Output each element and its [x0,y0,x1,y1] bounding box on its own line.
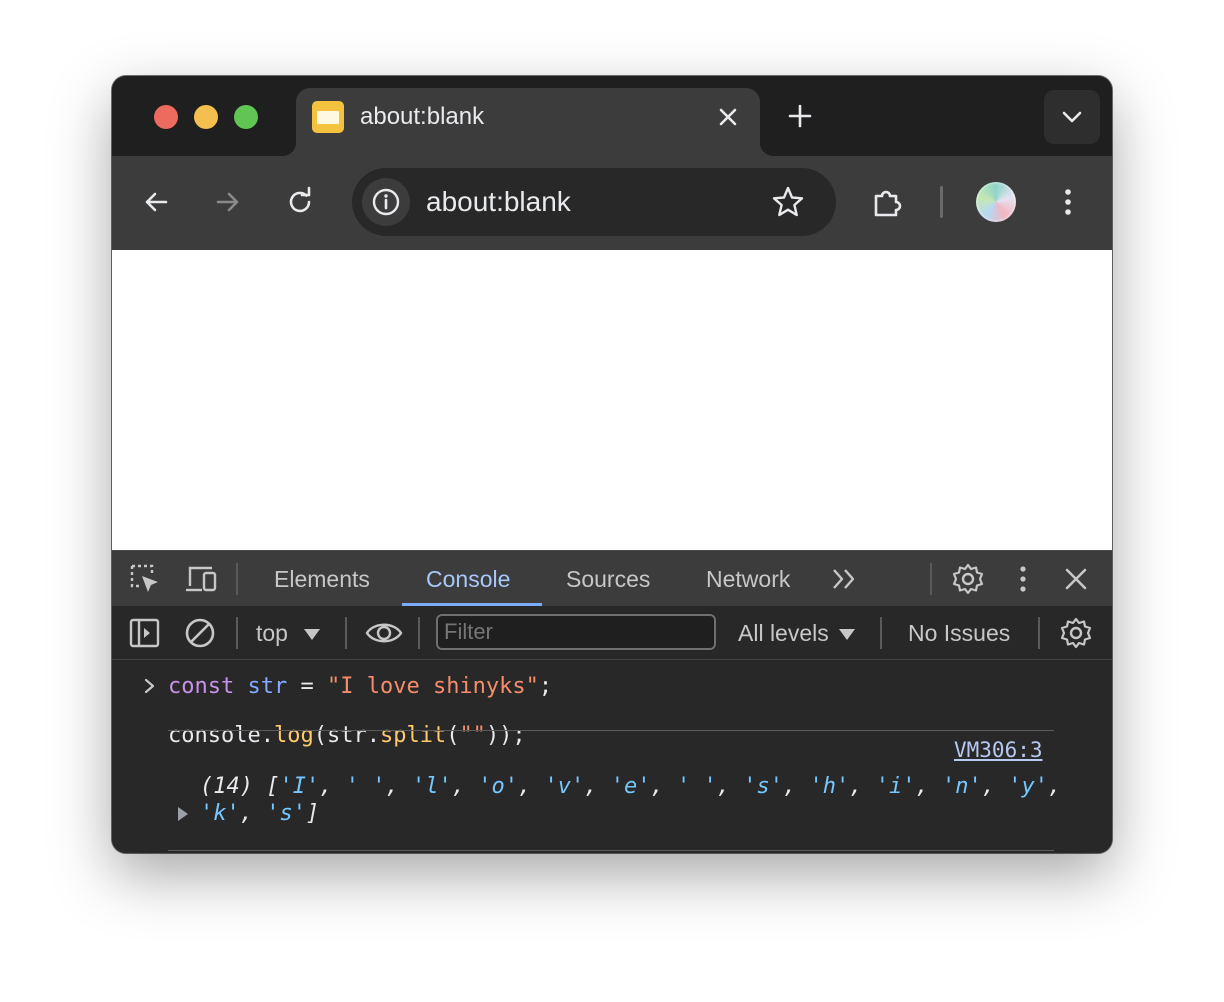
page-content[interactable] [112,250,1112,550]
array-item: 'I' [279,774,320,799]
close-icon[interactable] [712,101,744,133]
zoom-window-button[interactable] [234,105,258,129]
eye-icon[interactable] [364,616,404,650]
tab-sources[interactable]: Sources [566,551,650,607]
browser-window: about:blank about:blank Elements Console… [112,76,1112,853]
tab-search-button[interactable] [1044,90,1100,144]
array-item: 'y' [1008,774,1048,799]
source-link[interactable]: VM306:3 [954,738,1043,762]
clear-console-icon[interactable] [183,616,217,650]
star-icon[interactable] [770,184,806,220]
toolbar-divider [940,186,943,218]
page-favicon-icon [312,101,344,133]
context-selector[interactable]: top [256,606,321,660]
code-punct: ( [446,723,460,748]
code-punct: )); [485,723,526,748]
url-text: about:blank [426,186,571,217]
array-count: (14) [200,774,253,799]
tab-elements[interactable]: Elements [274,551,370,607]
plus-icon[interactable] [784,100,816,132]
caret-down-icon [839,629,856,641]
array-item: ' ' [676,774,717,799]
back-arrow-icon[interactable] [138,184,174,220]
separator [880,617,882,649]
code-punct: (str. [313,723,380,748]
info-icon[interactable] [362,178,410,226]
array-item: 'l' [411,774,452,799]
reload-icon[interactable] [282,184,318,220]
address-bar[interactable]: about:blank [352,168,836,236]
separator [345,617,347,649]
chevrons-more-icon[interactable] [828,562,862,596]
issues-counter[interactable]: No Issues [908,606,1010,660]
chevron-down-icon [1044,90,1100,144]
separator [418,617,420,649]
code-function: split [379,723,447,748]
code-punct: ; [538,674,553,699]
separator [236,617,238,649]
array-item: 'k' [200,801,240,826]
avatar[interactable] [976,182,1016,222]
code-string: "I love shinyks" [326,674,539,699]
extensions-icon[interactable] [870,184,906,220]
separator [1038,617,1040,649]
code-string: "" [459,723,486,748]
array-item: 's' [743,774,783,799]
array-item: 'i' [875,774,916,799]
more-vert-icon[interactable] [1050,184,1086,220]
array-item: 'n' [941,774,982,799]
context-label: top [256,620,288,646]
close-icon[interactable] [1059,562,1093,596]
separator [236,563,238,595]
tab-title: about:blank [360,103,485,130]
array-output-line: 'k', 's'] [200,801,320,826]
inspect-icon[interactable] [128,562,162,596]
array-item: 'v' [544,774,585,799]
chevron-right-icon [142,678,158,694]
log-levels-dropdown[interactable]: All levels [738,606,856,660]
caret-down-icon [304,629,321,641]
code-object: console. [168,723,274,748]
tab-console[interactable]: Console [426,551,510,607]
browser-tab[interactable]: about:blank [282,88,774,156]
array-item: 's' [266,801,306,826]
code-function: log [273,723,314,748]
console-input-line: console.log(str.split("")); [168,722,526,750]
message-divider [168,850,1054,851]
gear-icon[interactable] [1059,616,1093,650]
sidebar-icon[interactable] [128,616,162,650]
code-operator: = [287,674,327,699]
message-divider [168,730,1054,731]
more-vert-icon[interactable] [1006,562,1040,596]
array-item: 'e' [610,774,651,799]
code-keyword: const [168,674,235,699]
tab-network[interactable]: Network [706,551,790,607]
gear-icon[interactable] [951,562,985,596]
array-item: ' ' [345,774,386,799]
levels-label: All levels [738,620,829,646]
console-input-line: const str = "I love shinyks"; [168,673,552,701]
devtools-tabbar: Elements Console Sources Network [112,550,1112,606]
separator [930,563,932,595]
forward-arrow-icon[interactable] [210,184,246,220]
array-item: 'h' [809,774,850,799]
devtools-panel: Elements Console Sources Network top Fil… [112,550,1112,853]
minimize-window-button[interactable] [194,105,218,129]
array-item: 'o' [478,774,518,799]
code-variable: str [247,674,288,699]
device-toolbar-icon[interactable] [184,562,218,596]
console-output[interactable]: const str = "I love shinyks"; console.lo… [112,660,1112,853]
tab-strip: about:blank [112,76,1112,156]
browser-toolbar: about:blank [112,156,1112,250]
expand-triangle-icon[interactable] [178,807,188,821]
console-toolbar: top All levels No Issues [112,606,1112,660]
close-window-button[interactable] [154,105,178,129]
filter-input[interactable] [436,614,716,650]
array-output-line[interactable]: (14) ['I', ' ', 'l', 'o', 'v', 'e', ' ',… [200,774,1061,800]
